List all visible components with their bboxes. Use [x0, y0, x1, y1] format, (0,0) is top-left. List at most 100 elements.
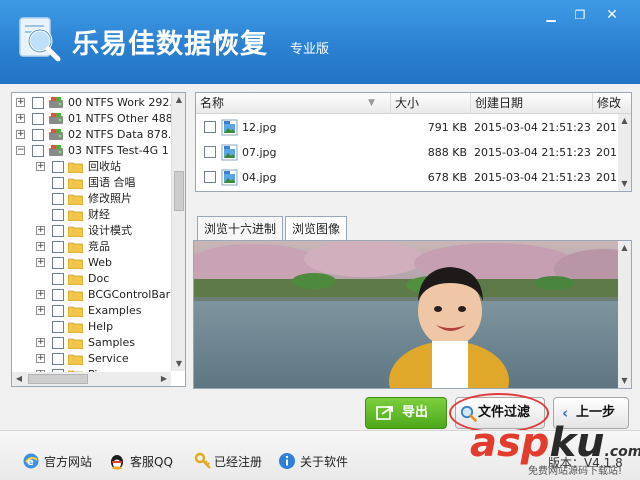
- checkbox[interactable]: [52, 289, 64, 301]
- scroll-left-icon[interactable]: ◀: [12, 372, 26, 386]
- tree-horizontal-scrollbar[interactable]: ◀ ▶: [12, 372, 171, 386]
- expand-icon[interactable]: +: [36, 162, 45, 171]
- export-button[interactable]: 导出: [365, 397, 447, 429]
- site-watermark: aspku.com: [470, 420, 640, 466]
- column-header-created[interactable]: 创建日期: [471, 93, 593, 114]
- registered-link[interactable]: 已经注册: [214, 454, 262, 470]
- tree-item-label: Web: [88, 256, 112, 269]
- folder-icon: [68, 210, 83, 221]
- expand-icon[interactable]: +: [36, 338, 45, 347]
- minimize-button[interactable]: ▁: [538, 5, 564, 25]
- preview-photo: [194, 241, 631, 388]
- file-list: 名称 ▼ 大小 创建日期 修改 12.jpg 791 KB 2015-03-04…: [195, 92, 632, 192]
- close-button[interactable]: ✕: [596, 5, 628, 25]
- scroll-up-icon[interactable]: ▲: [172, 93, 186, 107]
- tab-hex-view[interactable]: 浏览十六进制: [197, 216, 284, 240]
- scroll-down-icon[interactable]: ▼: [618, 374, 631, 388]
- collapse-icon[interactable]: −: [16, 146, 25, 155]
- tab-image-view[interactable]: 浏览图像: [285, 216, 348, 240]
- tree-item-label: 设计模式: [88, 224, 132, 237]
- checkbox[interactable]: [204, 121, 216, 133]
- checkbox[interactable]: [52, 241, 64, 253]
- file-list-header: 名称 ▼ 大小 创建日期 修改: [196, 93, 631, 114]
- folder-icon: [68, 306, 83, 317]
- checkbox[interactable]: [32, 129, 44, 141]
- table-row[interactable]: 04.jpg 678 KB 2015-03-04 21:51:23 201: [196, 165, 631, 190]
- checkbox[interactable]: [32, 145, 44, 157]
- expand-icon[interactable]: +: [36, 242, 45, 251]
- app-edition: 专业版: [290, 42, 330, 57]
- scroll-thumb[interactable]: [174, 171, 184, 211]
- checkbox[interactable]: [204, 171, 216, 183]
- file-created: 2015-03-04 21:51:23: [474, 171, 591, 184]
- info-icon: [279, 453, 295, 469]
- checkbox[interactable]: [204, 146, 216, 158]
- maximize-button[interactable]: ❐: [567, 5, 593, 25]
- expand-icon[interactable]: +: [36, 354, 45, 363]
- checkbox[interactable]: [52, 225, 64, 237]
- column-header-modified[interactable]: 修改: [593, 93, 631, 114]
- column-header-size[interactable]: 大小: [391, 93, 471, 114]
- checkbox[interactable]: [32, 97, 44, 109]
- watermark-text-b: ku: [549, 420, 605, 466]
- folder-icon: [68, 290, 83, 301]
- file-name: 04.jpg: [242, 171, 277, 184]
- file-list-scrollbar[interactable]: ▲ ▼: [618, 114, 631, 191]
- image-file-icon: [221, 169, 238, 186]
- export-icon: [376, 406, 393, 420]
- checkbox[interactable]: [52, 353, 64, 365]
- checkbox[interactable]: [52, 305, 64, 317]
- folder-icon: [68, 258, 83, 269]
- expand-icon[interactable]: +: [36, 226, 45, 235]
- tree-item-label: Doc: [88, 272, 110, 285]
- file-modified: 201: [596, 146, 617, 159]
- image-file-icon: [221, 119, 238, 136]
- folder-icon: [68, 226, 83, 237]
- folder-icon: [68, 242, 83, 253]
- table-row[interactable]: 07.jpg 888 KB 2015-03-04 21:51:23 201: [196, 140, 631, 165]
- scroll-right-icon[interactable]: ▶: [157, 372, 171, 386]
- tree-vertical-scrollbar[interactable]: ▲ ▼: [171, 93, 185, 371]
- support-qq-link[interactable]: 客服QQ: [130, 454, 173, 470]
- column-label: 名称: [200, 96, 225, 110]
- column-header-name[interactable]: 名称 ▼: [196, 93, 391, 114]
- key-icon: [194, 452, 211, 469]
- file-modified: 201: [596, 121, 617, 134]
- expand-icon[interactable]: +: [36, 258, 45, 267]
- tree-item-label: 竞品: [88, 240, 110, 253]
- checkbox[interactable]: [52, 257, 64, 269]
- folder-icon: [68, 354, 83, 365]
- checkbox[interactable]: [52, 273, 64, 285]
- official-site-link[interactable]: 官方网站: [44, 454, 92, 470]
- folder-tree[interactable]: + 00 NTFS Work 292. + 01 NTFS Other 488 …: [11, 92, 186, 387]
- expand-icon[interactable]: +: [16, 98, 25, 107]
- scroll-up-icon[interactable]: ▲: [618, 241, 631, 255]
- checkbox[interactable]: [52, 161, 64, 173]
- expand-icon[interactable]: +: [16, 130, 25, 139]
- file-size: 888 KB: [427, 146, 467, 159]
- checkbox[interactable]: [52, 321, 64, 333]
- checkbox[interactable]: [52, 177, 64, 189]
- watermark-suffix: .com: [604, 444, 640, 460]
- scroll-up-icon[interactable]: ▲: [618, 114, 631, 128]
- checkbox[interactable]: [32, 113, 44, 125]
- file-size: 791 KB: [427, 121, 467, 134]
- tree-item-label: 修改照片: [88, 192, 132, 205]
- scroll-down-icon[interactable]: ▼: [618, 177, 631, 191]
- checkbox[interactable]: [52, 209, 64, 221]
- about-link[interactable]: 关于软件: [300, 454, 348, 470]
- checkbox[interactable]: [52, 337, 64, 349]
- expand-icon[interactable]: +: [36, 306, 45, 315]
- folder-icon: [68, 178, 83, 189]
- folder-icon: [68, 194, 83, 205]
- checkbox[interactable]: [52, 193, 64, 205]
- tree-item-label: BCGControlBarPr: [88, 288, 182, 301]
- expand-icon[interactable]: +: [16, 114, 25, 123]
- preview-scrollbar[interactable]: ▲ ▼: [618, 241, 631, 388]
- title-bar: 乐易佳数据恢复 专业版 ▁ ❐ ✕: [0, 0, 640, 84]
- image-preview: [193, 240, 632, 389]
- scroll-down-icon[interactable]: ▼: [172, 357, 186, 371]
- expand-icon[interactable]: +: [36, 290, 45, 299]
- table-row[interactable]: 12.jpg 791 KB 2015-03-04 21:51:23 201: [196, 115, 631, 140]
- scroll-thumb[interactable]: [28, 374, 88, 384]
